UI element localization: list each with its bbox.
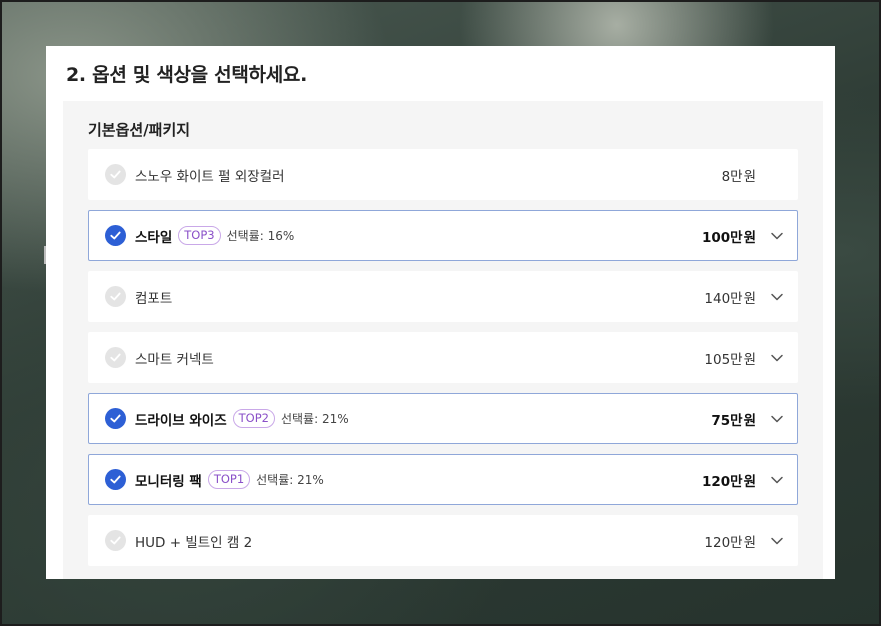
option-price: 120만 원 xyxy=(702,455,756,504)
check-icon[interactable] xyxy=(105,530,126,551)
check-icon[interactable] xyxy=(105,164,126,185)
price-amount: 75만 xyxy=(711,412,743,429)
option-label: 스노우 화이트 펄 외장컬러 xyxy=(135,150,285,199)
option-row[interactable]: 모니터링 팩 TOP1 선택률: 21% 120만 원 xyxy=(88,454,798,505)
option-label: 스마트 커넥트 xyxy=(135,333,214,382)
option-label: 컴포트 xyxy=(135,272,172,321)
chevron-down-icon[interactable] xyxy=(770,533,784,547)
section-title: 기본옵션/패키지 xyxy=(88,121,191,139)
selection-rate: 선택률: 21% xyxy=(256,473,324,487)
option-row[interactable]: 스타일 TOP3 선택률: 16% 100만 원 xyxy=(88,210,798,261)
selection-rate: 선택률: 21% xyxy=(280,412,349,426)
check-icon[interactable] xyxy=(105,286,126,307)
option-row[interactable]: 드라이브 와이즈 TOP2 선택률: 21% 75만 원 xyxy=(88,393,798,444)
price-unit: 원 xyxy=(743,351,756,368)
price-amount: 100만 xyxy=(701,229,743,246)
option-label: 모니터링 팩 TOP1 선택률: 21% xyxy=(135,455,324,504)
chevron-down-icon[interactable] xyxy=(770,228,784,242)
check-icon[interactable] xyxy=(105,408,126,429)
chevron-down-icon[interactable] xyxy=(770,472,784,486)
check-icon[interactable] xyxy=(105,347,126,368)
option-price: 140만 원 xyxy=(704,272,756,321)
rank-badge: TOP3 xyxy=(178,226,221,245)
check-icon[interactable] xyxy=(105,225,126,246)
option-name: 스노우 화이트 펄 외장컬러 xyxy=(135,168,285,185)
check-icon[interactable] xyxy=(105,469,126,490)
chevron-down-icon[interactable] xyxy=(770,289,784,303)
option-name: 스마트 커넥트 xyxy=(135,351,214,368)
option-name: 컴포트 xyxy=(135,290,173,307)
option-name: 드라이브 와이즈 xyxy=(135,412,227,429)
option-price: 120만 원 xyxy=(704,516,756,565)
option-row[interactable]: 스노우 화이트 펄 외장컬러 8만 원 xyxy=(88,149,798,200)
option-label: HUD + 빌트인 캠 2 xyxy=(135,516,252,565)
chevron-down-icon[interactable] xyxy=(770,350,784,364)
option-label: 드라이브 와이즈 TOP2 선택률: 21% xyxy=(135,394,349,443)
selection-rate: 선택률: 16% xyxy=(226,229,295,243)
option-price: 105만 원 xyxy=(704,333,756,382)
rank-badge: TOP1 xyxy=(207,470,251,489)
option-price: 100만 원 xyxy=(702,211,756,260)
option-row[interactable]: 컴포트 140만 원 xyxy=(88,271,798,322)
price-unit: 원 xyxy=(743,168,756,185)
option-row[interactable]: HUD + 빌트인 캠 2 120만 원 xyxy=(88,515,798,566)
price-amount: 8만 xyxy=(721,168,743,185)
option-name: 모니터링 팩 xyxy=(135,473,202,490)
chevron-down-icon[interactable] xyxy=(770,411,784,425)
option-name: HUD + 빌트인 캠 2 xyxy=(135,534,253,551)
price-amount: 120만 xyxy=(704,534,743,551)
price-amount: 105만 xyxy=(704,351,743,368)
price-unit: 원 xyxy=(743,473,756,490)
price-amount: 120만 xyxy=(701,473,743,490)
rank-badge: TOP2 xyxy=(232,409,275,428)
price-unit: 원 xyxy=(743,290,756,307)
step-title: 2. 옵션 및 색상을 선택하세요. xyxy=(66,64,307,86)
option-price: 75만 원 xyxy=(711,394,756,443)
option-label: 스타일 TOP3 선택률: 16% xyxy=(135,211,294,260)
options-card: 2. 옵션 및 색상을 선택하세요. 기본옵션/패키지 스노우 화이트 펄 외장… xyxy=(46,46,835,579)
options-panel: 기본옵션/패키지 스노우 화이트 펄 외장컬러 8만 원 스타일 TOP3 선택률: 1… xyxy=(63,101,823,579)
price-unit: 원 xyxy=(743,229,756,246)
option-name: 스타일 xyxy=(135,229,173,246)
option-row[interactable]: 스마트 커넥트 105만 원 xyxy=(88,332,798,383)
option-price: 8만 원 xyxy=(722,150,756,199)
price-unit: 원 xyxy=(743,412,756,429)
price-amount: 140만 xyxy=(704,290,743,307)
price-unit: 원 xyxy=(743,534,756,551)
